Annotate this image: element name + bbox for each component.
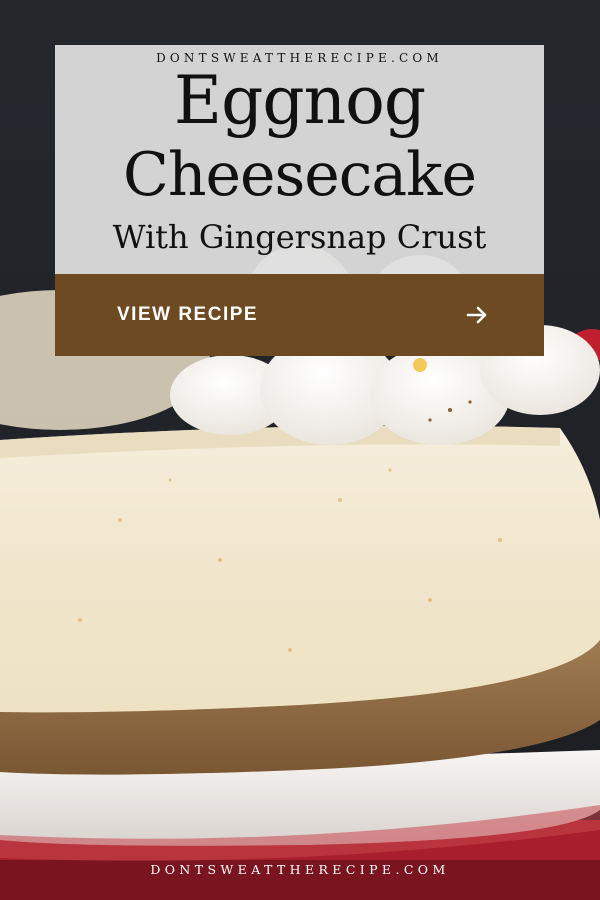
page-title-line-1: Eggnog [173,62,426,139]
title-card: DONTSWEATTHERECIPE.COM Eggnog Cheesecake… [55,45,544,274]
site-name-bottom: DONTSWEATTHERECIPE.COM [150,862,450,877]
view-recipe-button[interactable]: VIEW RECIPE [55,274,544,356]
page-subtitle: With Gingersnap Crust [112,218,487,256]
cheesecake-filling [0,425,600,713]
page-title-line-2: Cheesecake [122,140,477,210]
arrow-right-icon [466,306,487,324]
view-recipe-label: VIEW RECIPE [117,304,259,325]
